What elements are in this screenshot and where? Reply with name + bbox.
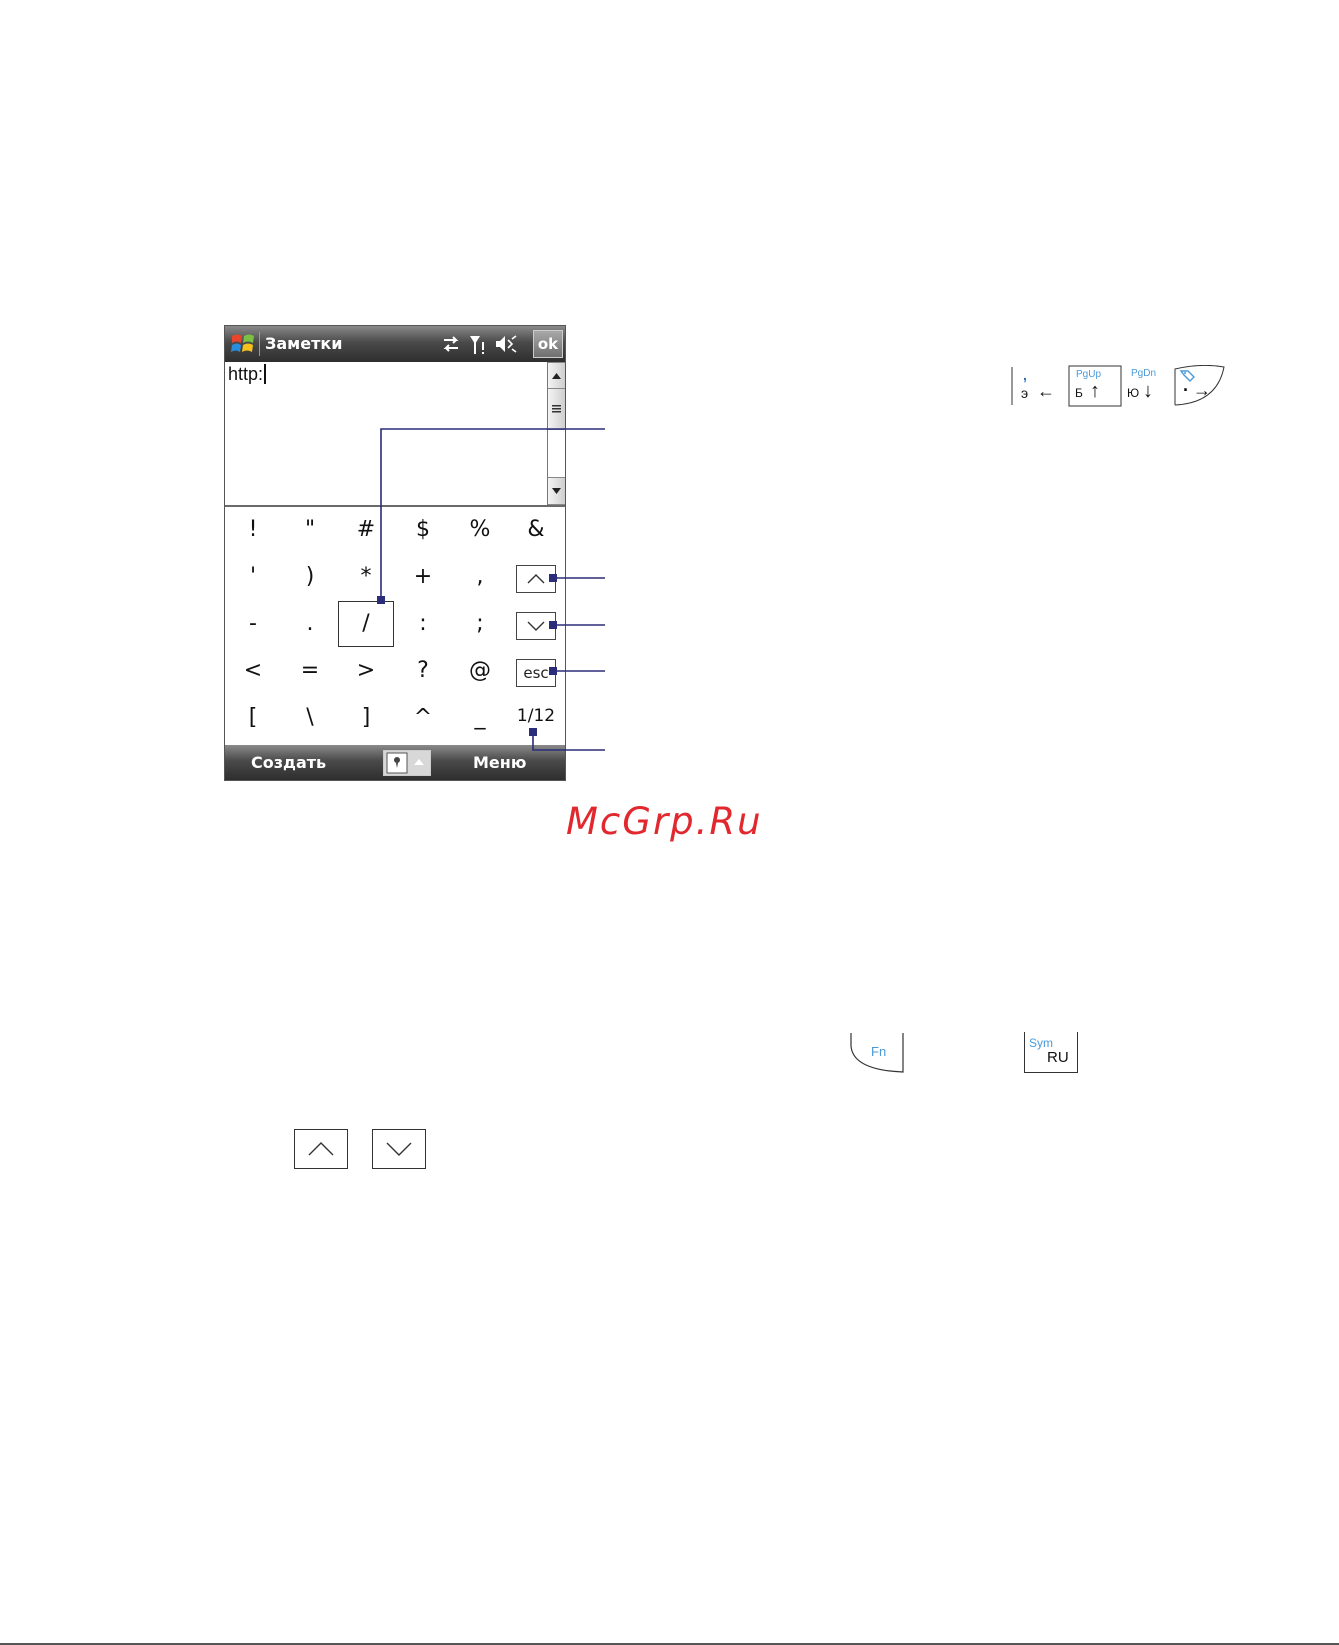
symbol-pad: ! " # $ % & ' ) * + , - . / : ; < = > ? … <box>225 507 565 745</box>
symbol-key[interactable]: < <box>225 648 281 694</box>
ru-label: RU <box>1047 1049 1069 1066</box>
key-comma-label: , <box>1023 367 1027 383</box>
symbol-key[interactable]: - <box>225 601 281 647</box>
symbol-key[interactable]: \ <box>282 695 338 741</box>
key-dot-label: · <box>1183 380 1189 400</box>
symbol-key[interactable]: > <box>338 648 394 694</box>
key-pgdn-label: PgDn <box>1131 368 1157 379</box>
connectivity-icon[interactable] <box>443 336 459 352</box>
symbol-key[interactable]: + <box>395 554 451 600</box>
pda-screen: Заметки ok http: ! " # $ % & ') * + , -… <box>224 325 566 781</box>
chevron-up-icon <box>527 574 545 584</box>
hardware-key-strip: , э ← PgUp Б ↑ PgDn Ю ↓ · → <box>1011 364 1226 407</box>
symbol-key[interactable]: * <box>338 554 394 600</box>
page-down-key-illustration <box>372 1129 426 1169</box>
page-down-button[interactable] <box>516 612 556 640</box>
up-arrow-icon: ↑ <box>1090 380 1100 402</box>
softkey-menu[interactable]: Меню <box>473 753 526 772</box>
triangle-down-icon <box>552 488 561 494</box>
symbol-key[interactable]: & <box>508 507 564 553</box>
softkey-new[interactable]: Создать <box>251 753 326 772</box>
symbol-key[interactable]: " <box>282 507 338 553</box>
symbol-key[interactable]: ; <box>452 601 508 647</box>
symbol-key[interactable]: , <box>452 554 508 600</box>
key-b-label: Б <box>1075 386 1083 400</box>
scroll-up-button[interactable] <box>548 362 565 390</box>
symbol-key[interactable]: @ <box>452 648 508 694</box>
vertical-scrollbar[interactable] <box>547 362 565 505</box>
fn-key: Fn <box>849 1032 905 1074</box>
chevron-up-icon <box>308 1142 334 1156</box>
symbol-key[interactable]: . <box>282 601 338 647</box>
fn-label: Fn <box>871 1044 887 1059</box>
title-separator <box>259 332 260 356</box>
scroll-down-button[interactable] <box>548 477 565 505</box>
symbol-key[interactable]: ] <box>338 695 394 741</box>
chevron-down-icon <box>386 1142 412 1156</box>
symbol-key[interactable]: ^ <box>395 695 451 741</box>
scroll-thumb[interactable] <box>548 388 565 430</box>
text-caret <box>264 364 267 384</box>
left-arrow-icon: ← <box>1037 381 1055 401</box>
symbol-key[interactable]: % <box>452 507 508 553</box>
sym-label: Sym <box>1029 1036 1053 1050</box>
key-e-label: э <box>1021 385 1029 401</box>
symbol-key[interactable]: [ <box>225 695 281 741</box>
keyboard-input-icon <box>386 752 424 774</box>
chevron-down-icon <box>527 621 545 631</box>
symbol-key[interactable]: $ <box>395 507 451 553</box>
triangle-up-icon <box>552 373 561 379</box>
page-up-key-illustration <box>294 1129 348 1169</box>
watermark-text: McGrp.Ru <box>566 800 763 843</box>
title-bar: Заметки ok <box>225 326 565 362</box>
symbol-key[interactable]: ) <box>282 554 338 600</box>
symbol-key[interactable]: : <box>395 601 451 647</box>
speaker-mute-icon[interactable] <box>496 335 517 353</box>
symbol-key[interactable]: ' <box>225 554 281 600</box>
down-arrow-icon: ↓ <box>1143 380 1153 402</box>
typed-text-line: http: <box>228 364 267 385</box>
symbol-key[interactable]: ! <box>225 507 281 553</box>
escape-button[interactable]: esc <box>516 659 556 687</box>
right-arrow-icon: → <box>1193 380 1211 400</box>
symbol-key[interactable]: _ <box>452 695 508 741</box>
page-indicator: 1/12 <box>516 706 556 726</box>
ok-button[interactable]: ok <box>533 330 563 358</box>
page-up-button[interactable] <box>516 565 556 593</box>
grip-icon <box>552 405 561 413</box>
note-text-area[interactable]: http: <box>225 362 547 505</box>
symbol-key-selected[interactable]: / <box>338 601 394 647</box>
symbol-key[interactable]: = <box>282 648 338 694</box>
input-selector[interactable] <box>383 750 431 776</box>
app-title: Заметки <box>265 334 343 353</box>
status-icons[interactable] <box>440 332 530 356</box>
symbol-key[interactable]: # <box>338 507 394 553</box>
signal-icon[interactable] <box>470 336 484 354</box>
key-yu-label: Ю <box>1127 386 1140 400</box>
typed-text: http: <box>228 364 264 384</box>
windows-start-icon[interactable] <box>229 330 257 358</box>
soft-key-bar: Создать Меню <box>225 745 565 780</box>
sym-key: Sym RU <box>1024 1032 1078 1073</box>
symbol-key[interactable]: ? <box>395 648 451 694</box>
key-pgup-label: PgUp <box>1076 369 1102 380</box>
